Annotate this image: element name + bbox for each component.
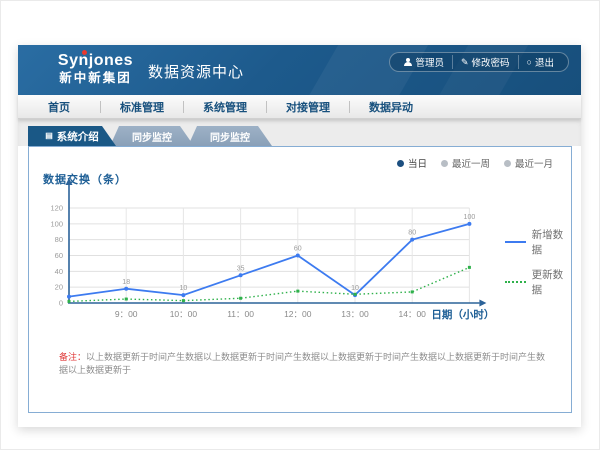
svg-text:120: 120 [50,204,63,213]
user-menu-admin-label: 管理员 [415,55,444,69]
tab-bar: ▤ 系统介绍 同步监控 同步监控 [28,126,272,146]
logo-wordmark: Synjones [58,52,133,69]
svg-text:35: 35 [237,265,245,272]
legend-item-new-data[interactable]: 新增数据 [505,227,571,257]
solid-line-swatch-icon [505,241,526,243]
nav-item-home[interactable]: 首页 [18,99,100,115]
page-title: 数据资源中心 [148,61,244,82]
footnote-text: 以上数据更新于时间产生数据以上数据更新于时间产生数据以上数据更新于时间产生数据以… [59,352,545,375]
svg-text:12：00: 12：00 [284,309,312,319]
app-window: Synjones 新中新集团 数据资源中心 管理员 ✎ 修改密码 ○ 退出 [18,45,581,427]
nav-item-interface-mgmt[interactable]: 对接管理 [267,99,349,115]
dotted-line-swatch-icon [505,281,526,283]
page: Synjones 新中新集团 数据资源中心 管理员 ✎ 修改密码 ○ 退出 [0,0,600,450]
svg-text:14：00: 14：00 [398,309,426,319]
user-toolbar: 管理员 ✎ 修改密码 ○ 退出 [389,52,569,72]
tab-sync-monitor-2[interactable]: 同步监控 [188,126,272,146]
svg-text:40: 40 [55,267,63,276]
svg-text:10: 10 [351,285,359,292]
app-header: Synjones 新中新集团 数据资源中心 管理员 ✎ 修改密码 ○ 退出 [18,45,581,95]
nav-item-standard-mgmt[interactable]: 标准管理 [101,99,183,115]
brand-logo: Synjones 新中新集团 [48,51,143,86]
tab-sync-monitor-1[interactable]: 同步监控 [110,126,194,146]
nav-item-system-mgmt[interactable]: 系统管理 [184,99,266,115]
legend-item-updated-data[interactable]: 更新数据 [505,267,571,297]
svg-text:13：00: 13：00 [341,309,369,319]
logout-icon: ○ [527,58,532,67]
edit-icon: ✎ [461,58,469,67]
svg-text:9：00: 9：00 [115,309,138,319]
user-menu-admin[interactable]: 管理员 [396,55,452,69]
main-nav: 首页 标准管理 系统管理 对接管理 数据异动 [18,95,581,119]
line-chart: 0 20 40 60 80 100 120 9：00 10：00 11：00 12：00 13：00 1… [29,147,573,347]
tab-system-intro[interactable]: ▤ 系统介绍 [28,126,116,146]
footnote-label: 备注： [59,352,86,362]
svg-text:10：00: 10：00 [170,309,198,319]
svg-text:100: 100 [50,219,63,228]
svg-text:11：00: 11：00 [227,309,254,319]
logo-accent-dot-icon [82,50,87,55]
footnote: 备注：以上数据更新于时间产生数据以上数据更新于时间产生数据以上数据更新于时间产生… [59,351,549,377]
tab-sync-monitor-2-label: 同步监控 [210,129,250,144]
legend-new-data-label: 新增数据 [532,227,571,257]
svg-text:80: 80 [408,230,416,237]
change-password-label: 修改密码 [472,55,510,69]
tab-sync-monitor-1-label: 同步监控 [132,129,172,144]
change-password-button[interactable]: ✎ 修改密码 [452,55,518,69]
svg-text:60: 60 [294,246,302,253]
nav-item-data-change[interactable]: 数据异动 [350,99,432,115]
user-icon [404,58,412,67]
svg-text:日期（小时）: 日期（小时） [431,308,494,321]
content-panel: 当日 最近一周 最近一月 数据交换（条） 0204060801001209：00… [28,146,572,413]
svg-text:20: 20 [55,283,63,292]
document-icon: ▤ [45,132,53,140]
brand-logo-subtext: 新中新集团 [48,70,143,86]
svg-text:60: 60 [55,251,63,260]
legend-updated-data-label: 更新数据 [532,267,571,297]
logout-label: 退出 [535,55,554,69]
svg-text:10: 10 [180,285,188,292]
logout-button[interactable]: ○ 退出 [518,55,562,69]
svg-text:18: 18 [122,279,130,286]
tab-system-intro-label: 系统介绍 [57,129,99,144]
svg-text:0: 0 [59,299,63,308]
chart-legend: 新增数据 更新数据 [505,227,571,297]
svg-text:80: 80 [55,235,63,244]
svg-text:100: 100 [464,214,476,221]
brand-logo-text: Synjones [48,51,143,70]
